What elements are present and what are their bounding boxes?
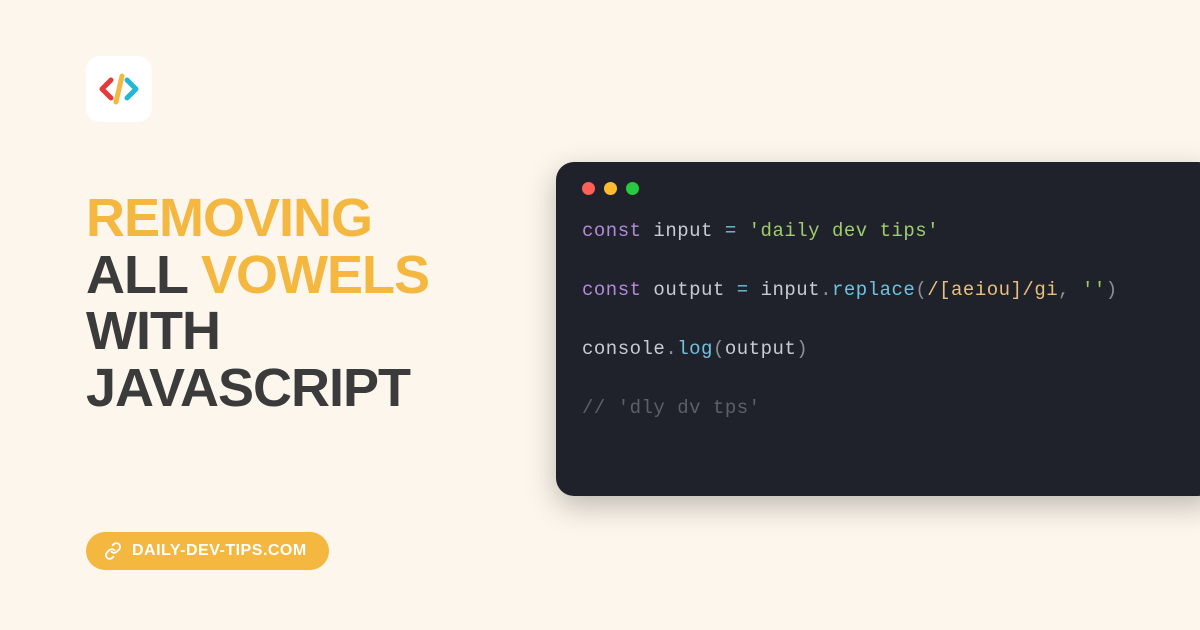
code-token: , — [1058, 279, 1070, 301]
code-token: = — [725, 220, 737, 242]
code-token: ) — [796, 338, 808, 360]
logo — [86, 56, 152, 122]
code-token: console — [582, 338, 665, 360]
code-token: ( — [915, 279, 927, 301]
title-word: JAVASCRIPT — [86, 358, 410, 418]
title-word: REMOVING — [86, 188, 372, 248]
window-traffic-lights — [582, 182, 1190, 195]
code-token: '' — [1082, 279, 1106, 301]
traffic-light-red-icon — [582, 182, 595, 195]
code-token: ( — [713, 338, 725, 360]
source-link-label: DAILY-DEV-TIPS.COM — [132, 542, 307, 560]
code-window: const input = 'daily dev tips' const out… — [556, 162, 1200, 496]
code-block: const input = 'daily dev tips' const out… — [582, 217, 1190, 423]
code-token: = — [737, 279, 749, 301]
code-token: log — [677, 338, 713, 360]
source-link[interactable]: DAILY-DEV-TIPS.COM — [86, 532, 329, 570]
code-token: 'daily dev tips' — [749, 220, 939, 242]
traffic-light-green-icon — [626, 182, 639, 195]
code-token: const — [582, 279, 642, 301]
code-token: input — [653, 220, 713, 242]
traffic-light-yellow-icon — [604, 182, 617, 195]
title-word: WITH — [86, 301, 220, 361]
code-token: . — [820, 279, 832, 301]
code-token: /[aeiou]/gi — [927, 279, 1058, 301]
code-token: output — [725, 338, 796, 360]
title-word: VOWELS — [201, 245, 429, 305]
code-token: input — [761, 279, 821, 301]
code-token: output — [653, 279, 724, 301]
code-token: const — [582, 220, 642, 242]
title-word: ALL — [86, 245, 187, 305]
code-token: ) — [1106, 279, 1118, 301]
code-brackets-icon — [97, 67, 141, 111]
code-token: . — [665, 338, 677, 360]
page-title: REMOVING ALL VOWELS WITH JAVASCRIPT — [86, 190, 546, 417]
code-token: replace — [832, 279, 915, 301]
code-token: // 'dly dv tps' — [582, 397, 761, 419]
link-icon — [104, 542, 122, 560]
